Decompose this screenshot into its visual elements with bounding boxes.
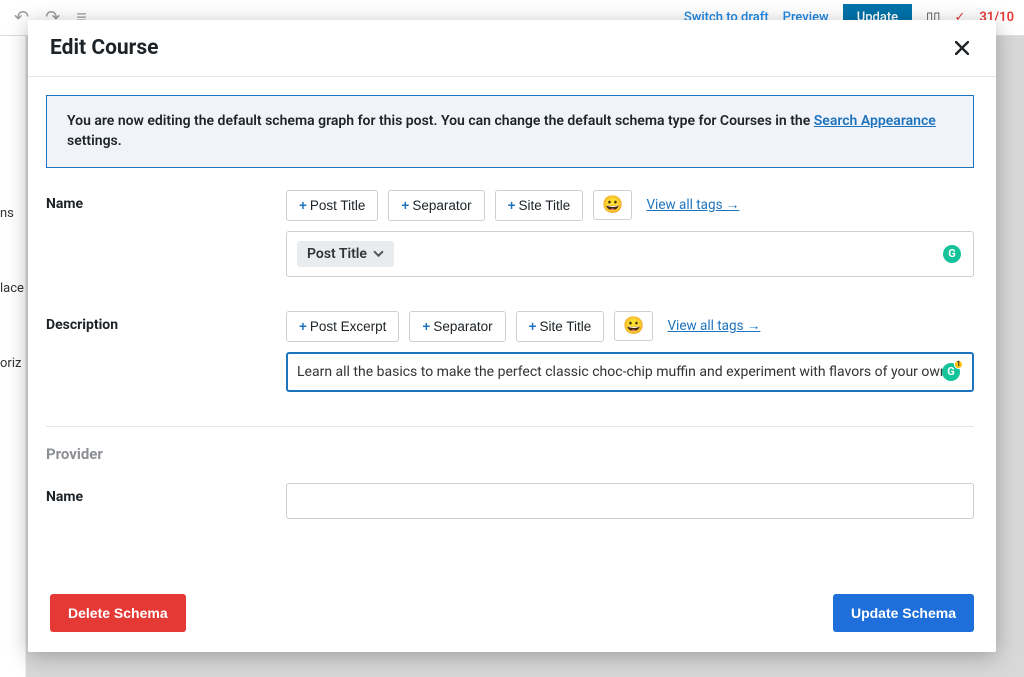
background-sidebar: ns lace oriz bbox=[0, 36, 26, 677]
provider-name-input[interactable] bbox=[286, 483, 974, 519]
name-tag-buttons: +Post Title +Separator +Site Title 😀 Vie… bbox=[286, 190, 974, 221]
description-label: Description bbox=[46, 311, 286, 392]
modal-header: Edit Course bbox=[28, 20, 996, 77]
name-input[interactable]: Post Title G bbox=[286, 231, 974, 277]
provider-name-row: Name bbox=[46, 483, 974, 519]
emoji-picker-button[interactable]: 😀 bbox=[593, 190, 632, 220]
view-all-tags-link[interactable]: View all tags → bbox=[646, 197, 739, 213]
description-input[interactable]: Learn all the basics to make the perfect… bbox=[286, 352, 974, 392]
chevron-down-icon bbox=[373, 248, 384, 259]
edit-course-modal: Edit Course You are now editing the defa… bbox=[28, 20, 996, 652]
notice-text: You are now editing the default schema g… bbox=[67, 113, 814, 129]
emoji-picker-button-desc[interactable]: 😀 bbox=[614, 311, 653, 341]
tag-label: Post Title bbox=[310, 198, 366, 213]
tag-label: Site Title bbox=[519, 198, 571, 213]
update-schema-button[interactable]: Update Schema bbox=[833, 594, 974, 632]
close-button[interactable] bbox=[950, 36, 974, 60]
tag-separator-desc[interactable]: +Separator bbox=[409, 311, 505, 342]
grammarly-icon: G bbox=[943, 245, 961, 263]
name-field-row: Name +Post Title +Separator +Site Title … bbox=[46, 190, 974, 277]
tag-label: Site Title bbox=[540, 319, 592, 334]
description-value: Learn all the basics to make the perfect… bbox=[297, 362, 963, 382]
description-tag-buttons: +Post Excerpt +Separator +Site Title 😀 V… bbox=[286, 311, 974, 342]
description-field-row: Description +Post Excerpt +Separator +Si… bbox=[46, 311, 974, 392]
grammarly-icon-desc: G1 bbox=[942, 363, 960, 381]
tag-label: Separator bbox=[433, 319, 492, 334]
tag-site-title[interactable]: +Site Title bbox=[495, 190, 584, 221]
modal-body: You are now editing the default schema g… bbox=[28, 77, 996, 576]
delete-schema-button[interactable]: Delete Schema bbox=[50, 594, 186, 632]
provider-section-title: Provider bbox=[46, 445, 974, 463]
tag-post-excerpt[interactable]: +Post Excerpt bbox=[286, 311, 399, 342]
close-icon bbox=[955, 41, 969, 55]
tag-site-title-desc[interactable]: +Site Title bbox=[516, 311, 605, 342]
tag-separator[interactable]: +Separator bbox=[388, 190, 484, 221]
grammarly-badge: 1 bbox=[954, 360, 963, 369]
tag-label: Post Excerpt bbox=[310, 319, 387, 334]
modal-footer: Delete Schema Update Schema bbox=[28, 576, 996, 652]
token-label: Post Title bbox=[307, 246, 367, 262]
modal-title: Edit Course bbox=[50, 36, 159, 60]
notice-text-after: settings. bbox=[67, 133, 122, 149]
tag-label: Separator bbox=[412, 198, 471, 213]
provider-name-label: Name bbox=[46, 483, 286, 519]
section-divider bbox=[46, 426, 974, 427]
bg-sidebar-text: lace bbox=[0, 251, 25, 326]
bg-sidebar-text: oriz bbox=[0, 326, 25, 401]
view-all-tags-link-desc[interactable]: View all tags → bbox=[667, 318, 760, 334]
name-label: Name bbox=[46, 190, 286, 277]
search-appearance-link[interactable]: Search Appearance bbox=[814, 113, 936, 129]
schema-notice: You are now editing the default schema g… bbox=[46, 95, 974, 168]
post-title-token[interactable]: Post Title bbox=[297, 241, 394, 267]
tag-post-title[interactable]: +Post Title bbox=[286, 190, 378, 221]
bg-sidebar-text: ns bbox=[0, 176, 25, 251]
